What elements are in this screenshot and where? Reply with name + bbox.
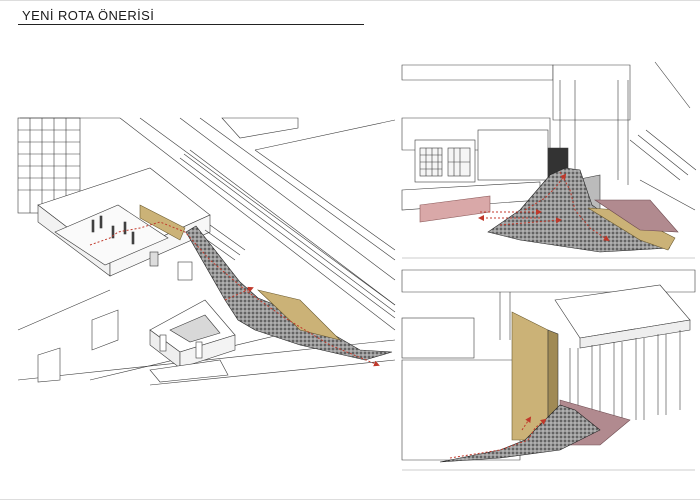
drawing-sheet — [17, 61, 697, 471]
ochre-tall-wall — [511, 311, 549, 441]
stairs-right — [629, 129, 697, 211]
isometric-site-plan — [17, 117, 396, 386]
perspective-view-lower — [401, 269, 696, 471]
perspective-view-upper — [401, 61, 697, 259]
triangular-pavilion — [149, 299, 236, 369]
